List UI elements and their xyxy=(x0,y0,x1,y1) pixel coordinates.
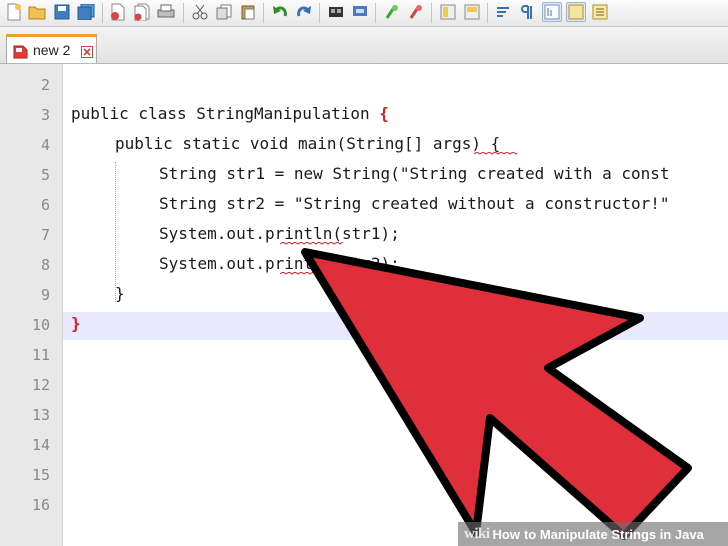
watermark-how: How xyxy=(492,526,520,542)
red-arrow-pointer xyxy=(301,248,692,540)
wikihow-watermark: wiki How to Manipulate Strings in Java xyxy=(458,522,728,546)
wikihow-logo: wiki xyxy=(464,525,490,542)
watermark-title: to Manipulate Strings in Java xyxy=(523,526,704,542)
